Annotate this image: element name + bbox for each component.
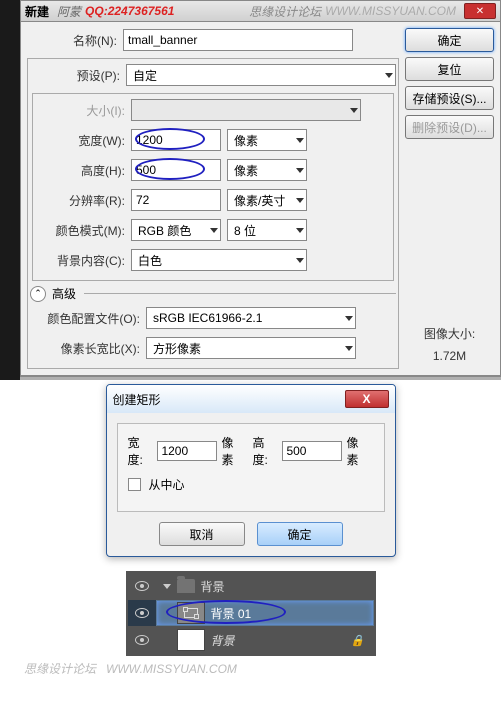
bits-value: 8 位 (234, 222, 256, 239)
layer-group-row[interactable]: 背景 (128, 573, 374, 599)
title-qq: QQ:2247367561 (85, 4, 174, 18)
resolution-input[interactable] (131, 189, 221, 211)
rect-height-label: 高度: (253, 434, 277, 468)
title-url: WWW.MISSYUAN.COM (325, 4, 456, 18)
height-unit: 像素 (234, 162, 258, 179)
collapse-icon[interactable]: ⌃ (30, 286, 46, 302)
layer-thumbnail (177, 602, 205, 624)
chevron-down-icon (296, 258, 304, 263)
bgcontent-label: 背景内容(C): (35, 252, 125, 269)
lock-icon: 🔒 (351, 634, 365, 647)
width-unit-dropdown[interactable]: 像素 (227, 129, 307, 151)
ok-button[interactable]: 确定 (257, 522, 343, 546)
bottom-url: WWW.MISSYUAN.COM (106, 662, 237, 676)
resolution-unit: 像素/英寸 (234, 192, 285, 209)
colorprofile-value: sRGB IEC61966-2.1 (153, 311, 262, 325)
rect-width-input[interactable] (157, 441, 217, 461)
pixelaspect-dropdown[interactable]: 方形像素 (146, 337, 356, 359)
chevron-down-icon (296, 168, 304, 173)
pixelaspect-label: 像素长宽比(X): (30, 340, 140, 357)
colormode-value: RGB 颜色 (138, 222, 191, 239)
bgcontent-value: 白色 (138, 252, 162, 269)
chevron-down-icon (210, 228, 218, 233)
folder-icon (177, 579, 195, 593)
from-center-label: 从中心 (149, 476, 185, 493)
rect-width-label: 宽度: (128, 434, 152, 468)
bits-dropdown[interactable]: 8 位 (227, 219, 307, 241)
save-preset-button[interactable]: 存储预设(S)... (405, 86, 494, 110)
preset-value: 自定 (133, 67, 157, 84)
bottom-forum: 思缘设计论坛 (24, 662, 96, 676)
group-name: 背景 (201, 578, 225, 595)
visibility-toggle[interactable] (128, 581, 156, 591)
chevron-down-icon[interactable] (163, 584, 171, 589)
visibility-toggle[interactable] (128, 635, 156, 645)
chevron-down-icon (296, 198, 304, 203)
ok-button[interactable]: 确定 (405, 28, 494, 52)
create-rect-dialog: 创建矩形 X 宽度: 像素 高度: 像素 从中心 取消 (106, 384, 396, 557)
resolution-label: 分辨率(R): (35, 192, 125, 209)
titlebar: 新建 阿蒙 QQ:2247367561 思缘设计论坛 WWW.MISSYUAN.… (20, 0, 501, 22)
rectangle-icon (184, 608, 198, 618)
eye-icon (135, 608, 149, 618)
rect-height-unit: 像素 (346, 434, 367, 468)
rect-height-input[interactable] (282, 441, 342, 461)
bgcontent-dropdown[interactable]: 白色 (131, 249, 307, 271)
close-icon[interactable]: ✕ (464, 3, 496, 19)
chevron-down-icon (345, 316, 353, 321)
advanced-label: 高级 (52, 285, 76, 302)
eye-icon (135, 581, 149, 591)
visibility-toggle[interactable] (128, 608, 156, 618)
width-input[interactable] (131, 129, 221, 151)
colorprofile-label: 颜色配置文件(O): (30, 310, 140, 327)
chevron-down-icon (345, 346, 353, 351)
reset-button[interactable]: 复位 (405, 57, 494, 81)
layer-row-selected[interactable]: 背景 01 (128, 600, 374, 626)
height-label: 高度(H): (35, 162, 125, 179)
title-author: 阿蒙 (57, 3, 81, 20)
chevron-down-icon (296, 228, 304, 233)
height-unit-dropdown[interactable]: 像素 (227, 159, 307, 181)
delete-preset-button: 删除预设(D)... (405, 115, 494, 139)
name-input[interactable] (123, 29, 353, 51)
layer-row-background[interactable]: 背景 🔒 (128, 627, 374, 653)
cancel-button[interactable]: 取消 (159, 522, 245, 546)
pixelaspect-value: 方形像素 (153, 340, 201, 357)
dialog-titlebar[interactable]: 创建矩形 X (107, 385, 395, 413)
resolution-unit-dropdown[interactable]: 像素/英寸 (227, 189, 307, 211)
width-label: 宽度(W): (35, 132, 125, 149)
image-size-value: 1.72M (405, 346, 494, 368)
colorprofile-dropdown[interactable]: sRGB IEC61966-2.1 (146, 307, 356, 329)
title-forum: 思缘设计论坛 (249, 3, 321, 20)
colormode-label: 颜色模式(M): (35, 222, 125, 239)
name-label: 名称(N): (27, 32, 117, 49)
chevron-down-icon (296, 138, 304, 143)
width-unit: 像素 (234, 132, 258, 149)
chevron-down-icon (385, 73, 393, 78)
layer-name: 背景 01 (211, 605, 252, 622)
rect-width-unit: 像素 (221, 434, 242, 468)
layer-name: 背景 (211, 632, 235, 649)
colormode-dropdown[interactable]: RGB 颜色 (131, 219, 221, 241)
eye-icon (135, 635, 149, 645)
image-size-label: 图像大小: (405, 324, 494, 346)
size-dropdown (131, 99, 361, 121)
height-input[interactable] (131, 159, 221, 181)
preset-label: 预设(P): (30, 67, 120, 84)
preset-dropdown[interactable]: 自定 (126, 64, 396, 86)
layer-thumbnail (177, 629, 205, 651)
from-center-checkbox[interactable] (128, 478, 141, 491)
size-label: 大小(I): (35, 102, 125, 119)
title-new: 新建 (25, 3, 49, 20)
chevron-down-icon (350, 108, 358, 113)
close-icon[interactable]: X (345, 390, 389, 408)
layers-panel: 背景 背景 01 背景 🔒 (126, 571, 376, 656)
dialog-title: 创建矩形 (113, 391, 161, 408)
